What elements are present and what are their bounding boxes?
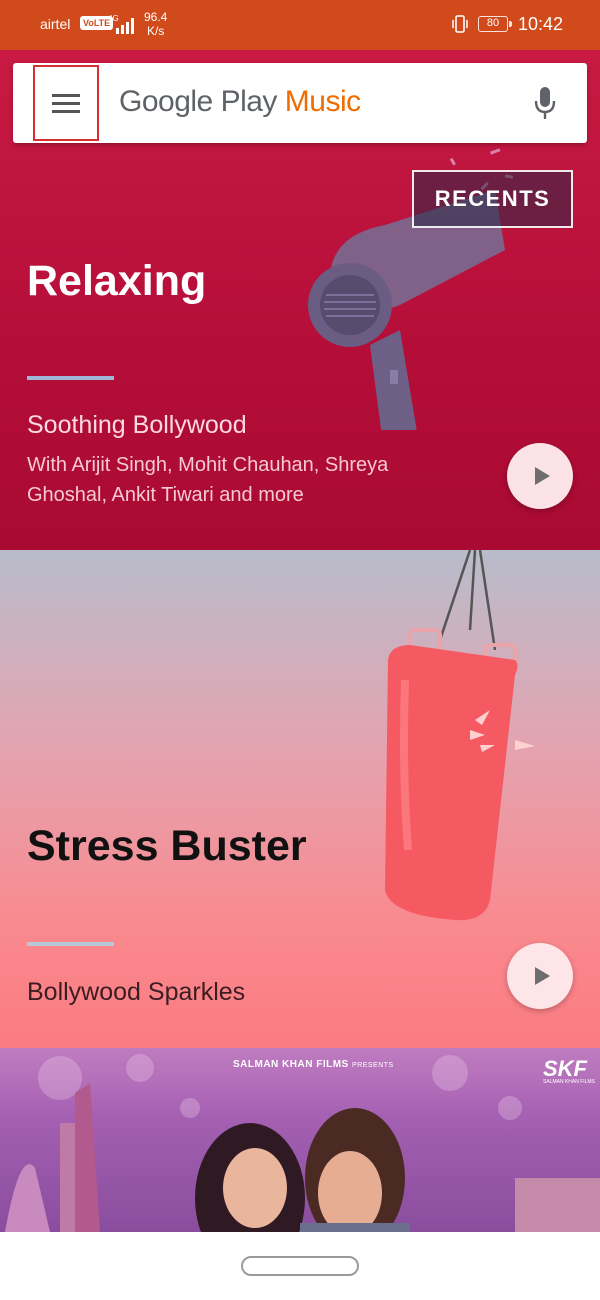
recents-button[interactable]: RECENTS	[412, 170, 573, 228]
network-speed: 96.4 K/s	[144, 10, 167, 38]
logo-music: Music	[284, 85, 361, 118]
system-nav-bar	[0, 1232, 600, 1300]
stress-buster-card[interactable]: Stress Buster Bollywood Sparkles	[0, 550, 600, 1048]
accent-divider	[27, 376, 114, 380]
movie-poster-artwork	[5, 1054, 600, 1232]
playlist-description: With Arijit Singh, Mohit Chauhan, Shreya…	[27, 454, 389, 506]
accent-divider	[27, 942, 114, 946]
microphone-icon[interactable]	[533, 85, 557, 121]
vibrate-icon	[452, 15, 468, 33]
playlist-title-soothing-bollywood[interactable]: Soothing Bollywood	[27, 411, 247, 440]
hamburger-icon	[52, 89, 80, 118]
signal-icon	[116, 18, 134, 34]
movie-banner-card[interactable]: SALMAN KHAN FILMS PRESENTS SKF SALMAN KH…	[0, 1048, 600, 1232]
logo-google-play: Google Play	[119, 85, 277, 118]
play-button-relaxing[interactable]	[507, 443, 573, 509]
network-speed-value: 96.4	[144, 10, 168, 24]
status-bar: airtel VoLTE 4G 96.4 K/s 80 10:42	[0, 0, 600, 50]
battery-level: 80	[486, 17, 500, 29]
search-bar[interactable]: Google Play Music	[13, 63, 587, 143]
home-gesture-pill[interactable]	[241, 1256, 359, 1276]
banner-studio: SALMAN KHAN FILMS	[233, 1059, 349, 1070]
play-icon	[534, 967, 550, 985]
section-title-stress-buster: Stress Buster	[27, 822, 307, 870]
battery-icon: 80	[478, 16, 512, 32]
menu-button[interactable]	[33, 65, 99, 141]
clock: 10:42	[518, 14, 564, 34]
app-logo: Google Play Music	[119, 85, 361, 119]
banner-presents-suffix: PRESENTS	[352, 1062, 394, 1069]
section-title-relaxing: Relaxing	[27, 257, 207, 305]
playlist-title-bollywood-sparkles[interactable]: Bollywood Sparkles	[27, 978, 245, 1007]
banner-presents-text: SALMAN KHAN FILMS PRESENTS	[233, 1059, 394, 1070]
punching-bag-illustration	[385, 550, 535, 921]
studio-logo-sub: SALMAN KHAN FILMS	[543, 1079, 595, 1085]
network-speed-unit: K/s	[147, 24, 165, 38]
play-button-stress-buster[interactable]	[507, 943, 573, 1009]
play-icon	[534, 467, 550, 485]
carrier-name: airtel	[40, 16, 71, 32]
